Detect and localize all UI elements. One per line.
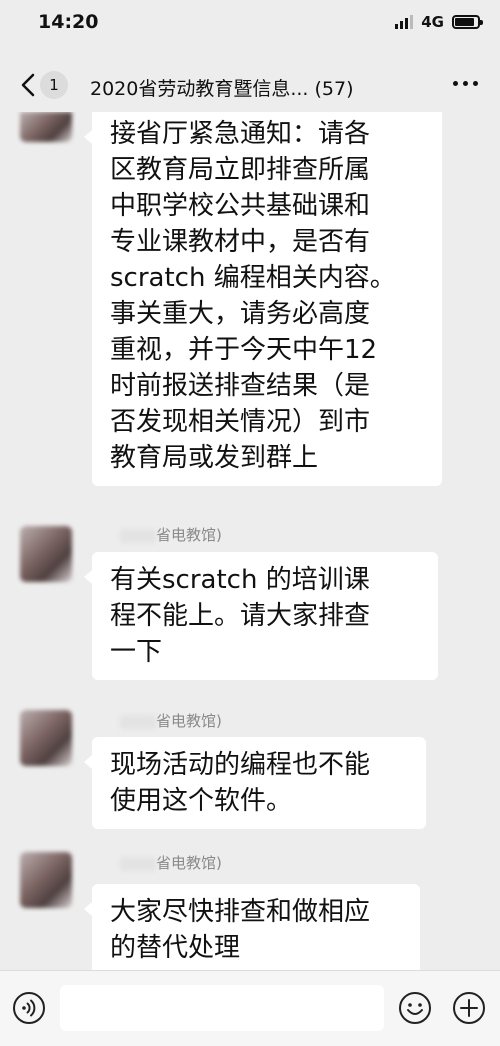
message-line: 专业课教材中，是否有 [110, 227, 371, 257]
plus-icon[interactable] [452, 991, 486, 1025]
message-line: 的替代处理 [110, 933, 241, 963]
message-input[interactable] [60, 985, 384, 1031]
message-line: 区教育局立即排查所属 [110, 155, 371, 185]
message-line: 程不能上。请大家排查 [110, 601, 371, 631]
signal-icon [395, 15, 414, 29]
message-line: 接省厅紧急通知：请各 [110, 119, 371, 149]
avatar[interactable] [20, 710, 72, 766]
redacted-name [120, 714, 156, 729]
message-line: 重视，并于今天中午12 [110, 335, 378, 365]
message-bubble[interactable]: 接省厅紧急通知：请各 区教育局立即排查所属 中职学校公共基础课和 专业课教材中，… [84, 112, 442, 486]
chevron-left-icon[interactable] [18, 72, 40, 98]
message-list[interactable]: 接省厅紧急通知：请各 区教育局立即排查所属 中职学校公共基础课和 专业课教材中，… [0, 112, 500, 970]
message-line: scratch 编程相关内容。 [110, 263, 396, 293]
battery-icon [452, 15, 483, 29]
status-indicators: 4G [395, 13, 483, 31]
emoji-icon[interactable] [398, 991, 432, 1025]
status-bar: 14:20 4G [0, 0, 500, 44]
sender-name: 省电教馆) [120, 710, 222, 731]
sender-label: 省电教馆) [156, 854, 222, 872]
chat-title: 2020省劳动教育暨信息... (57) [90, 78, 354, 100]
message-bubble[interactable]: 有关scratch 的培训课 程不能上。请大家排查 一下 [84, 552, 438, 680]
message-line: 时前报送排查结果（是 [110, 371, 371, 401]
unread-count-badge[interactable]: 1 [40, 71, 68, 99]
redacted-name [120, 856, 156, 871]
message-line: 否发现相关情况）到市 [110, 407, 371, 437]
message-line: 一下 [110, 637, 163, 667]
more-dots-icon[interactable] [453, 81, 478, 86]
chat-header: 1 2020省劳动教育暨信息... (57) [0, 58, 500, 112]
input-bar [0, 970, 500, 1046]
message-line: 事关重大，请务必高度 [110, 299, 371, 329]
message-line: 大家尽快排查和做相应 [110, 897, 371, 927]
sender-label: 省电教馆) [156, 712, 222, 730]
avatar[interactable] [20, 852, 72, 908]
message-line: 有关scratch 的培训课 [110, 565, 370, 595]
sender-label: 省电教馆) [156, 526, 222, 544]
voice-icon[interactable] [12, 991, 46, 1025]
network-type: 4G [421, 13, 444, 31]
message-line: 中职学校公共基础课和 [110, 191, 371, 221]
message-line: 使用这个软件。 [110, 786, 293, 816]
message-bubble[interactable]: 现场活动的编程也不能 使用这个软件。 [84, 737, 426, 829]
message-line: 教育局或发到群上 [110, 443, 319, 473]
sender-name: 省电教馆) [120, 524, 222, 545]
message-line: 现场活动的编程也不能 [110, 750, 371, 780]
message-bubble[interactable]: 大家尽快排查和做相应 的替代处理 [84, 884, 420, 970]
sender-name: 省电教馆) [120, 852, 222, 873]
redacted-name [120, 528, 156, 543]
avatar[interactable] [20, 112, 72, 142]
avatar[interactable] [20, 526, 72, 582]
status-time: 14:20 [38, 11, 99, 33]
